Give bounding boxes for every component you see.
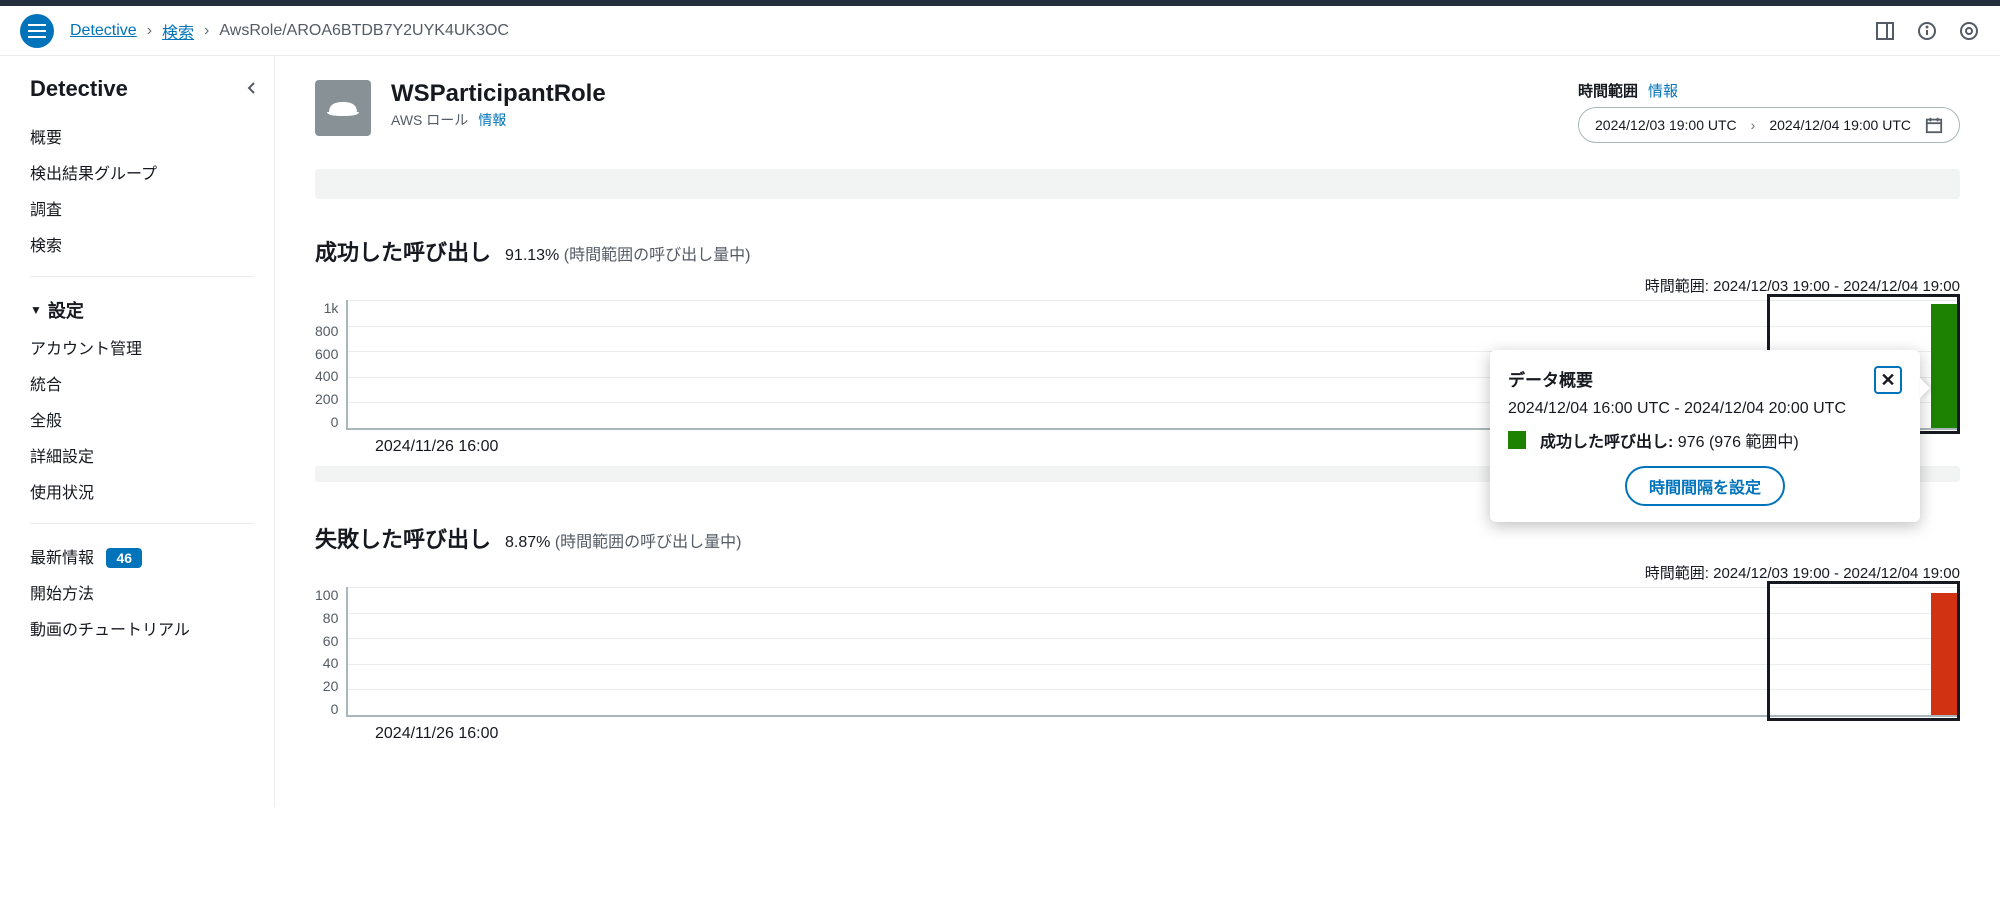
time-range-info-link[interactable]: 情報 [1648, 80, 1678, 101]
entity-icon [315, 80, 371, 136]
page-header: WSParticipantRole AWS ロール 情報 時間範囲 情報 202… [315, 80, 1960, 143]
entity-type: AWS ロール [391, 110, 468, 130]
y-axis: 100 80 60 40 20 0 [315, 587, 346, 717]
nav-overview[interactable]: 概要 [30, 118, 274, 154]
chevron-left-icon [246, 81, 256, 95]
breadcrumb-root[interactable]: Detective [70, 22, 137, 40]
legend-swatch-icon [1508, 431, 1526, 449]
time-range-end: 2024/12/04 19:00 UTC [1769, 117, 1911, 133]
main-content: WSParticipantRole AWS ロール 情報 時間範囲 情報 202… [275, 56, 2000, 807]
info-icon[interactable] [1916, 20, 1938, 42]
collapsed-panel [315, 169, 1960, 199]
nav-whatsnew[interactable]: 最新情報 46 [30, 538, 274, 574]
close-icon: ✕ [1880, 370, 1895, 391]
chart-scope-label: 時間範囲: 2024/12/03 19:00 - 2024/12/04 19:0… [315, 275, 1960, 296]
nav-usage[interactable]: 使用状況 [30, 473, 274, 509]
chart-plot[interactable] [346, 587, 1960, 717]
chart-percentage: 91.13% (時間範囲の呼び出し量中) [505, 241, 750, 265]
tooltip-arrow [1920, 378, 1930, 398]
sidebar-title: Detective [30, 76, 128, 102]
calendar-icon [1925, 116, 1943, 134]
menu-toggle-button[interactable] [20, 14, 54, 48]
nav-settings-label: 設定 [48, 297, 84, 323]
nav-search[interactable]: 検索 [30, 226, 274, 262]
time-range-label: 時間範囲 [1578, 80, 1638, 101]
entity-info-link[interactable]: 情報 [478, 110, 506, 130]
tooltip-legend: 成功した呼び出し: 976 (976 範囲中) [1508, 428, 1902, 452]
header-actions [1874, 20, 1980, 42]
caret-down-icon: ▼ [30, 303, 42, 317]
header: Detective › 検索 › AwsRole/AROA6BTDB7Y2UYK… [0, 6, 2000, 56]
chart-failed-calls: 失敗した呼び出し 8.87% (時間範囲の呼び出し量中) 時間範囲: 2024/… [315, 522, 1960, 743]
chevron-right-icon: › [204, 22, 209, 40]
entity-name: WSParticipantRole [391, 80, 606, 108]
divider [30, 523, 254, 524]
role-hat-icon [325, 96, 361, 120]
chart-tooltip: データ概要 ✕ 2024/12/04 16:00 UTC - 2024/12/0… [1490, 350, 1920, 522]
chart-successful-calls: 成功した呼び出し 91.13% (時間範囲の呼び出し量中) 時間範囲: 2024… [315, 235, 1960, 482]
breadcrumb-search[interactable]: 検索 [162, 19, 194, 43]
nav-general[interactable]: 全般 [30, 401, 274, 437]
nav-account-mgmt[interactable]: アカウント管理 [30, 329, 274, 365]
breadcrumb: Detective › 検索 › AwsRole/AROA6BTDB7Y2UYK… [70, 19, 509, 43]
nav-whatsnew-label: 最新情報 [30, 550, 94, 567]
tooltip-legend-value: 976 (976 範囲中) [1678, 434, 1799, 451]
nav-getting-started[interactable]: 開始方法 [30, 574, 274, 610]
y-axis: 1k 800 600 400 200 0 [315, 300, 346, 430]
nav-integration[interactable]: 統合 [30, 365, 274, 401]
collapse-sidebar-button[interactable] [246, 81, 256, 98]
time-range-block: 時間範囲 情報 2024/12/03 19:00 UTC › 2024/12/0… [1578, 80, 1960, 143]
divider [30, 276, 254, 277]
nav-settings-header[interactable]: ▼ 設定 [30, 291, 274, 329]
support-icon[interactable] [1958, 20, 1980, 42]
tooltip-title: データ概要 [1508, 366, 1593, 391]
tooltip-close-button[interactable]: ✕ [1874, 366, 1902, 394]
chevron-right-icon: › [1751, 117, 1756, 133]
time-range-picker[interactable]: 2024/12/03 19:00 UTC › 2024/12/04 19:00 … [1578, 107, 1960, 143]
nav-investigation[interactable]: 調査 [30, 190, 274, 226]
bar-failed[interactable] [1931, 593, 1957, 715]
bar-success[interactable] [1931, 304, 1957, 428]
chart-title: 成功した呼び出し [315, 235, 491, 267]
nav-finding-groups[interactable]: 検出結果グループ [30, 154, 274, 190]
hamburger-icon [28, 24, 46, 38]
chart-title: 失敗した呼び出し [315, 522, 491, 554]
nav-advanced[interactable]: 詳細設定 [30, 437, 274, 473]
panel-icon[interactable] [1874, 20, 1896, 42]
tooltip-legend-label: 成功した呼び出し: [1540, 434, 1673, 451]
nav-tutorials[interactable]: 動画のチュートリアル [30, 610, 274, 646]
chart-percentage: 8.87% (時間範囲の呼び出し量中) [505, 528, 742, 552]
chevron-right-icon: › [147, 22, 152, 40]
whatsnew-badge: 46 [106, 548, 142, 568]
tooltip-time-range: 2024/12/04 16:00 UTC - 2024/12/04 20:00 … [1508, 400, 1902, 418]
sidebar: Detective 概要 検出結果グループ 調査 検索 ▼ 設定 アカウント管理… [0, 56, 275, 807]
chart-scope-label: 時間範囲: 2024/12/03 19:00 - 2024/12/04 19:0… [315, 562, 1960, 583]
breadcrumb-current: AwsRole/AROA6BTDB7Y2UYK4UK3OC [219, 22, 509, 40]
time-range-start: 2024/12/03 19:00 UTC [1595, 117, 1737, 133]
set-interval-button[interactable]: 時間間隔を設定 [1625, 466, 1785, 506]
x-axis-start-label: 2024/11/26 16:00 [315, 725, 1960, 743]
